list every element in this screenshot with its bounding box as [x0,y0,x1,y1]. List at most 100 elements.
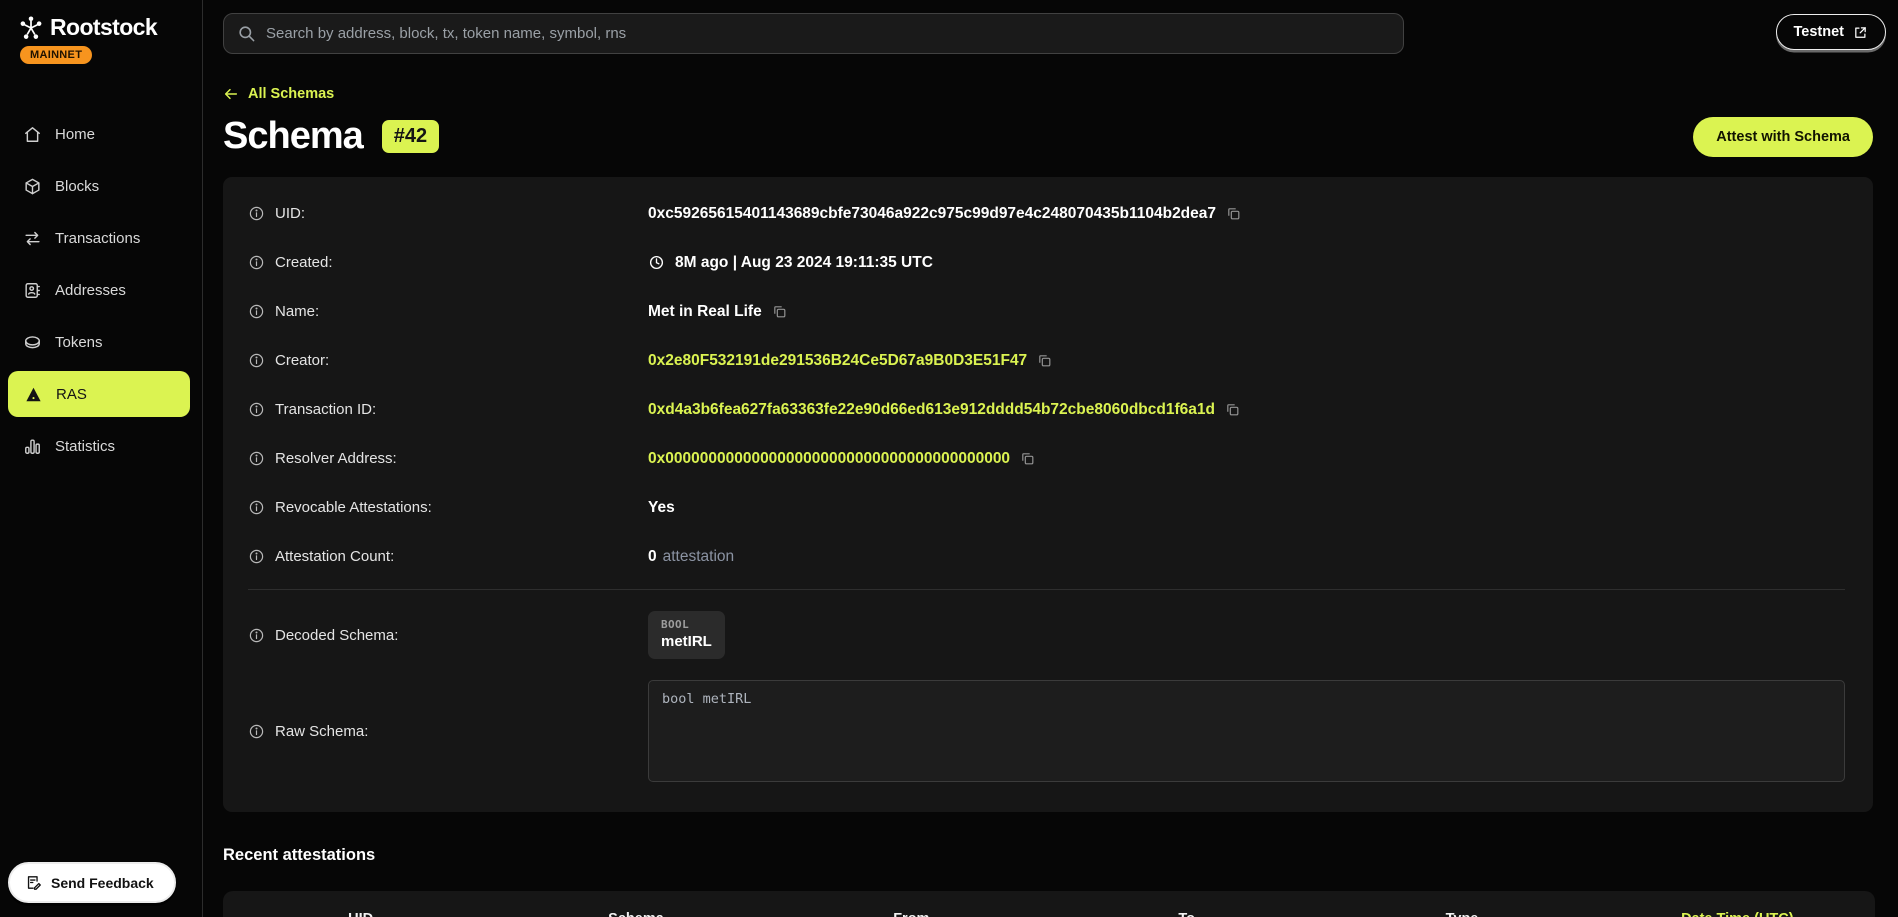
sidebar-item-label: RAS [56,386,87,403]
copy-icon[interactable] [1020,451,1035,466]
sidebar-item-label: Home [55,126,95,143]
copy-icon[interactable] [1037,353,1052,368]
feedback-label: Send Feedback [51,875,154,891]
column-header-datetime[interactable]: Date Time (UTC) [1600,911,1875,917]
topbar: Testnet [203,0,1898,68]
uid-value: 0xc59265615401143689cbfe73046a922c975c99… [648,205,1216,223]
testnet-label: Testnet [1794,24,1845,40]
attestations-table: UID Schema From To Type Date Time (UTC) [223,891,1875,917]
home-icon [23,125,42,144]
sidebar-nav: Home Blocks Transactions [0,108,202,472]
info-icon[interactable] [248,254,265,271]
creator-label: Creator: [275,352,329,369]
schema-number-badge: #42 [382,120,439,153]
copy-icon[interactable] [772,304,787,319]
search-icon [237,24,256,43]
info-icon[interactable] [248,401,265,418]
creator-row: Creator: 0x2e80F532191de291536B24Ce5D67a… [248,336,1845,385]
info-icon[interactable] [248,205,265,222]
info-icon[interactable] [248,303,265,320]
page-content: All Schemas Schema #42 Attest with Schem… [203,68,1898,917]
feedback-icon [25,874,42,891]
statistics-icon [23,437,42,456]
attestation-count-link[interactable]: attestation [663,548,735,566]
arrow-left-icon [223,86,239,102]
ras-icon [24,385,43,404]
sidebar-item-tokens[interactable]: Tokens [0,316,202,368]
info-icon[interactable] [248,352,265,369]
info-icon[interactable] [248,450,265,467]
revocable-label: Revocable Attestations: [275,499,432,516]
sidebar-item-ras[interactable]: RAS [8,371,190,417]
sidebar-item-blocks[interactable]: Blocks [0,160,202,212]
name-value: Met in Real Life [648,303,762,321]
column-header-uid: UID [223,911,498,917]
field-type: BOOL [661,618,712,631]
info-icon[interactable] [248,723,265,740]
name-label: Name: [275,303,319,320]
copy-icon[interactable] [1225,402,1240,417]
decoded-schema-label: Decoded Schema: [275,627,398,644]
schema-detail-card: UID: 0xc59265615401143689cbfe73046a922c9… [223,177,1873,812]
raw-schema-textarea[interactable]: bool metIRL [648,680,1845,782]
search-input[interactable] [223,13,1404,54]
send-feedback-button[interactable]: Send Feedback [8,862,176,903]
sidebar-item-label: Statistics [55,438,115,455]
created-label: Created: [275,254,333,271]
created-value: 8M ago | Aug 23 2024 19:11:35 UTC [675,254,933,272]
sidebar-item-statistics[interactable]: Statistics [0,420,202,472]
attestation-count-row: Attestation Count: 0 attestation [248,532,1845,581]
external-link-icon [1853,25,1868,40]
created-row: Created: 8M ago | Aug 23 2024 19:11:35 U… [248,238,1845,287]
creator-address-link[interactable]: 0x2e80F532191de291536B24Ce5D67a9B0D3E51F… [648,352,1027,370]
main-area: Testnet All Schemas Schema #42 Attest wi… [203,0,1898,917]
search-box [223,13,1404,54]
tokens-icon [23,333,42,352]
sidebar-item-label: Blocks [55,178,99,195]
sidebar-item-addresses[interactable]: Addresses [0,264,202,316]
field-name: metIRL [661,633,712,650]
resolver-address-row: Resolver Address: 0x00000000000000000000… [248,434,1845,483]
back-to-all-schemas-link[interactable]: All Schemas [223,86,334,102]
testnet-button[interactable]: Testnet [1776,14,1887,50]
attest-with-schema-button[interactable]: Attest with Schema [1693,117,1873,157]
info-icon[interactable] [248,499,265,516]
network-badge[interactable]: MAINNET [20,46,92,64]
raw-schema-label: Raw Schema: [275,723,368,740]
attestation-count-value: 0 [648,548,657,566]
brand-name[interactable]: Rootstock [50,14,157,41]
decoded-schema-chip: BOOL metIRL [648,611,725,659]
clock-icon [648,254,665,271]
transaction-id-link[interactable]: 0xd4a3b6fea627fa63363fe22e90d66ed613e912… [648,401,1215,419]
column-header-type: Type [1324,911,1599,917]
column-header-from: From [774,911,1049,917]
blocks-icon [23,177,42,196]
transaction-id-row: Transaction ID: 0xd4a3b6fea627fa63363fe2… [248,385,1845,434]
uid-label: UID: [275,205,305,222]
addresses-icon [23,281,42,300]
uid-row: UID: 0xc59265615401143689cbfe73046a922c9… [248,189,1845,238]
column-header-schema: Schema [498,911,773,917]
attestations-table-header: UID Schema From To Type Date Time (UTC) [223,911,1875,917]
sidebar-item-label: Transactions [55,230,140,247]
transaction-id-label: Transaction ID: [275,401,376,418]
column-header-to: To [1049,911,1324,917]
sidebar-item-transactions[interactable]: Transactions [0,212,202,264]
resolver-address-label: Resolver Address: [275,450,397,467]
sidebar: Rootstock MAINNET Home Blocks [0,0,203,917]
title-row: Schema #42 Attest with Schema [223,115,1873,158]
info-icon[interactable] [248,548,265,565]
page-title: Schema [223,115,363,158]
revocable-row: Revocable Attestations: Yes [248,483,1845,532]
raw-schema-row: Raw Schema: bool metIRL [248,680,1845,782]
divider [248,589,1845,590]
back-link-label: All Schemas [248,86,334,102]
decoded-schema-row: Decoded Schema: BOOL metIRL [248,600,1845,670]
sidebar-item-home[interactable]: Home [0,108,202,160]
info-icon[interactable] [248,627,265,644]
sidebar-item-label: Tokens [55,334,103,351]
resolver-address-link[interactable]: 0x00000000000000000000000000000000000000… [648,450,1010,468]
rootstock-logo-icon [18,15,44,41]
copy-icon[interactable] [1226,206,1241,221]
name-row: Name: Met in Real Life [248,287,1845,336]
